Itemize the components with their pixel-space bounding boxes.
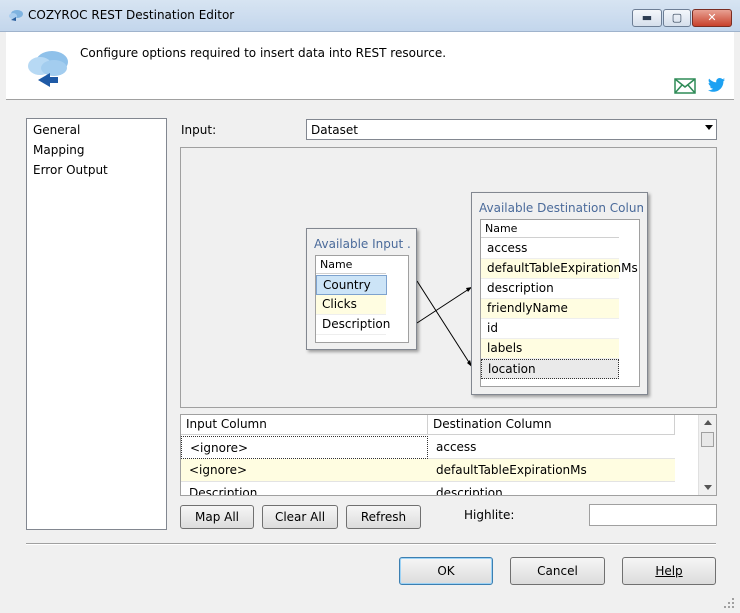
clear-all-button[interactable]: Clear All (262, 505, 338, 529)
twitter-icon[interactable] (708, 77, 726, 93)
cancel-button[interactable]: Cancel (510, 557, 605, 585)
nav-item-error-output[interactable]: Error Output (33, 163, 108, 177)
highlite-input[interactable] (589, 504, 717, 526)
nav-item-mapping[interactable]: Mapping (33, 143, 85, 157)
dest-column-description[interactable]: description (481, 279, 619, 299)
maximize-button[interactable]: ▢ (663, 9, 691, 27)
mapping-line-description-friendlyname[interactable] (416, 286, 473, 324)
destination-column-header[interactable]: Destination Column (428, 415, 675, 435)
dest-column-labels[interactable]: labels (481, 339, 619, 359)
dest-column-id[interactable]: id (481, 319, 619, 339)
grid-row-3-dest[interactable]: description (428, 482, 675, 495)
resize-grip-icon[interactable] (722, 596, 736, 610)
dest-column-access[interactable]: access (481, 239, 619, 259)
dest-column-location[interactable]: location (481, 359, 619, 379)
available-input-title: Available Input ... (314, 237, 411, 251)
header-description: Configure options required to insert dat… (80, 46, 447, 60)
close-button[interactable]: ✕ (692, 9, 732, 27)
available-input-columns-box[interactable]: Available Input ... Name Country Clicks … (306, 228, 417, 350)
input-dropdown[interactable]: Dataset (306, 119, 717, 140)
grid-row-1-dest[interactable]: access (428, 436, 675, 459)
mapping-canvas[interactable]: Available Input ... Name Country Clicks … (180, 147, 717, 408)
available-destination-title: Available Destination Colum... (479, 201, 643, 215)
footer-divider (26, 543, 716, 545)
input-columns-list[interactable]: Name Country Clicks Description (315, 255, 409, 343)
input-column-clicks[interactable]: Clicks (316, 295, 386, 315)
window-title: COZYROC REST Destination Editor (28, 8, 235, 22)
grid-row-2-dest[interactable]: defaultTableExpirationMs (428, 459, 675, 482)
scrollbar-thumb[interactable] (701, 432, 714, 447)
input-column-country[interactable]: Country (316, 275, 387, 295)
input-dropdown-value: Dataset (311, 123, 358, 137)
dest-column-friendlyname[interactable]: friendlyName (481, 299, 619, 319)
destination-name-header: Name (481, 220, 619, 238)
input-name-header: Name (316, 256, 386, 274)
scroll-down-arrow-icon[interactable] (704, 485, 712, 490)
mapping-grid[interactable]: Input Column Destination Column <ignore>… (180, 414, 717, 496)
highlite-label: Highlite: (464, 508, 515, 522)
mapping-line-country-location[interactable] (416, 280, 473, 368)
available-destination-columns-box[interactable]: Available Destination Colum... Name acce… (471, 192, 648, 395)
grid-vertical-scrollbar[interactable] (698, 415, 716, 495)
ok-button[interactable]: OK (399, 557, 493, 585)
input-column-description[interactable]: Description (316, 315, 390, 335)
grid-row-1-input[interactable]: <ignore> (181, 436, 428, 459)
cloud-upload-icon (28, 51, 68, 87)
map-all-button[interactable]: Map All (180, 505, 254, 529)
help-button[interactable]: Help (622, 557, 716, 585)
page-nav-list: General Mapping Error Output (26, 118, 167, 530)
title-bar[interactable]: COZYROC REST Destination Editor ▬ ▢ ✕ (0, 0, 740, 32)
input-label: Input: (181, 123, 217, 137)
nav-item-general[interactable]: General (33, 123, 80, 137)
dest-column-defaulttableexpirationms[interactable]: defaultTableExpirationMs (481, 259, 638, 279)
grid-row-2-input[interactable]: <ignore> (181, 459, 428, 482)
input-column-header[interactable]: Input Column (181, 415, 428, 435)
chevron-down-icon[interactable] (705, 125, 713, 130)
dialog-header: Configure options required to insert dat… (6, 32, 734, 100)
cozyroc-app-icon (9, 10, 23, 21)
refresh-button[interactable]: Refresh (346, 505, 421, 529)
destination-columns-list[interactable]: Name access defaultTableExpirationMs des… (480, 219, 640, 387)
minimize-button[interactable]: ▬ (632, 9, 662, 27)
grid-row-3-input[interactable]: Description (181, 482, 428, 495)
scroll-up-arrow-icon[interactable] (704, 420, 712, 425)
email-icon[interactable] (674, 78, 696, 94)
